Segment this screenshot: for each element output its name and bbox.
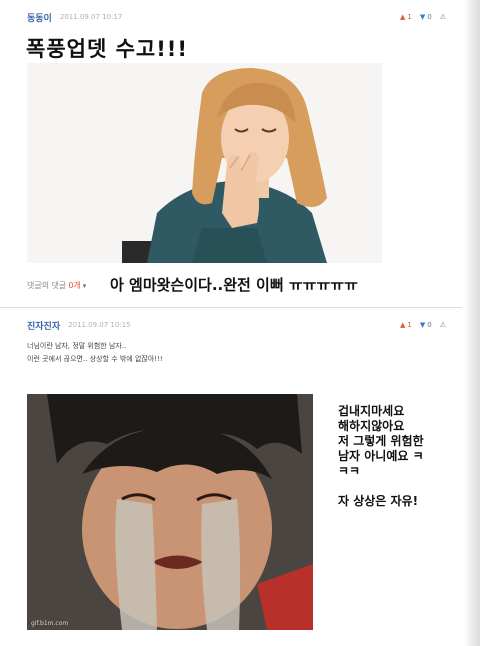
laughing-woman-illustration	[27, 63, 382, 263]
post-date: 2011.09.07 10:15	[68, 321, 131, 329]
upvote-count: 1	[407, 13, 412, 21]
thumb-up-icon: ▲	[400, 321, 406, 329]
report-button[interactable]: ⚠	[440, 321, 446, 329]
side-caption-spacer	[338, 479, 424, 494]
upvote-button[interactable]: ▲ 1	[400, 13, 412, 21]
report-button[interactable]: ⚠	[440, 13, 446, 21]
upvote-count: 1	[407, 321, 412, 329]
post-image-crying-man: gif.b1m.com	[27, 394, 313, 630]
image-watermark: gif.b1m.com	[31, 620, 69, 627]
post-divider	[0, 307, 462, 308]
author-name[interactable]: 동동이	[27, 11, 52, 24]
thumb-down-icon: ▼	[419, 321, 426, 329]
thumb-up-icon: ▲	[400, 13, 406, 21]
crying-man-illustration	[27, 394, 313, 630]
downvote-count: 0	[427, 321, 432, 329]
side-caption-line: 해하지않아요	[338, 419, 405, 433]
post-body-line: 이런 곳에서 끊으면.. 상상할 수 밖에 없잖아!!!	[27, 355, 163, 363]
siren-icon: ⚠	[439, 321, 446, 329]
post-body-line: 너님이란 남자, 정말 위험한 남자..	[27, 342, 127, 350]
post-stats: ▲ 1 ▼ 0 ⚠	[400, 318, 446, 332]
upvote-button[interactable]: ▲ 1	[400, 321, 412, 329]
side-caption-line: 저 그렇게 위험한	[338, 434, 424, 448]
thumb-down-icon: ▼	[419, 13, 426, 21]
side-caption: 겁내지마세요 해하지않아요 저 그렇게 위험한 남자 아니예요 ㅋ ㅋㅋ 자 상…	[338, 404, 424, 509]
siren-icon: ⚠	[439, 13, 446, 21]
post-meta: 진자진자 2011.09.07 10:15	[27, 318, 131, 332]
reply-count: 0개	[68, 281, 81, 290]
post-meta: 동동이 2011.09.07 10:17	[27, 10, 122, 24]
page-edge-shadow	[464, 0, 480, 646]
reply-comment-text: 아 엠마왓슨이다..완전 이뻐 ㅠㅠㅠㅠㅠ	[110, 276, 358, 294]
downvote-button[interactable]: ▼ 0	[420, 13, 432, 21]
reply-toggle[interactable]: 댓글의 댓글 0개 ▾	[27, 280, 86, 291]
downvote-button[interactable]: ▼ 0	[420, 321, 432, 329]
author-name[interactable]: 진자진자	[27, 319, 60, 332]
post-date: 2011.09.07 10:17	[59, 13, 123, 21]
chevron-down-icon: ▾	[82, 281, 87, 290]
post-image-laughing-woman	[27, 63, 382, 263]
post-title: 폭풍업뎃 수고!!!	[26, 37, 188, 61]
side-caption-line: ㅋㅋ	[338, 464, 361, 478]
reply-label: 댓글의 댓글	[27, 281, 67, 290]
side-caption-line: 자 상상은 자유!	[338, 494, 419, 508]
side-caption-line: 남자 아니예요 ㅋ	[338, 449, 424, 463]
side-caption-line: 겁내지마세요	[338, 404, 405, 418]
downvote-count: 0	[427, 13, 432, 21]
post-stats: ▲ 1 ▼ 0 ⚠	[400, 10, 446, 24]
